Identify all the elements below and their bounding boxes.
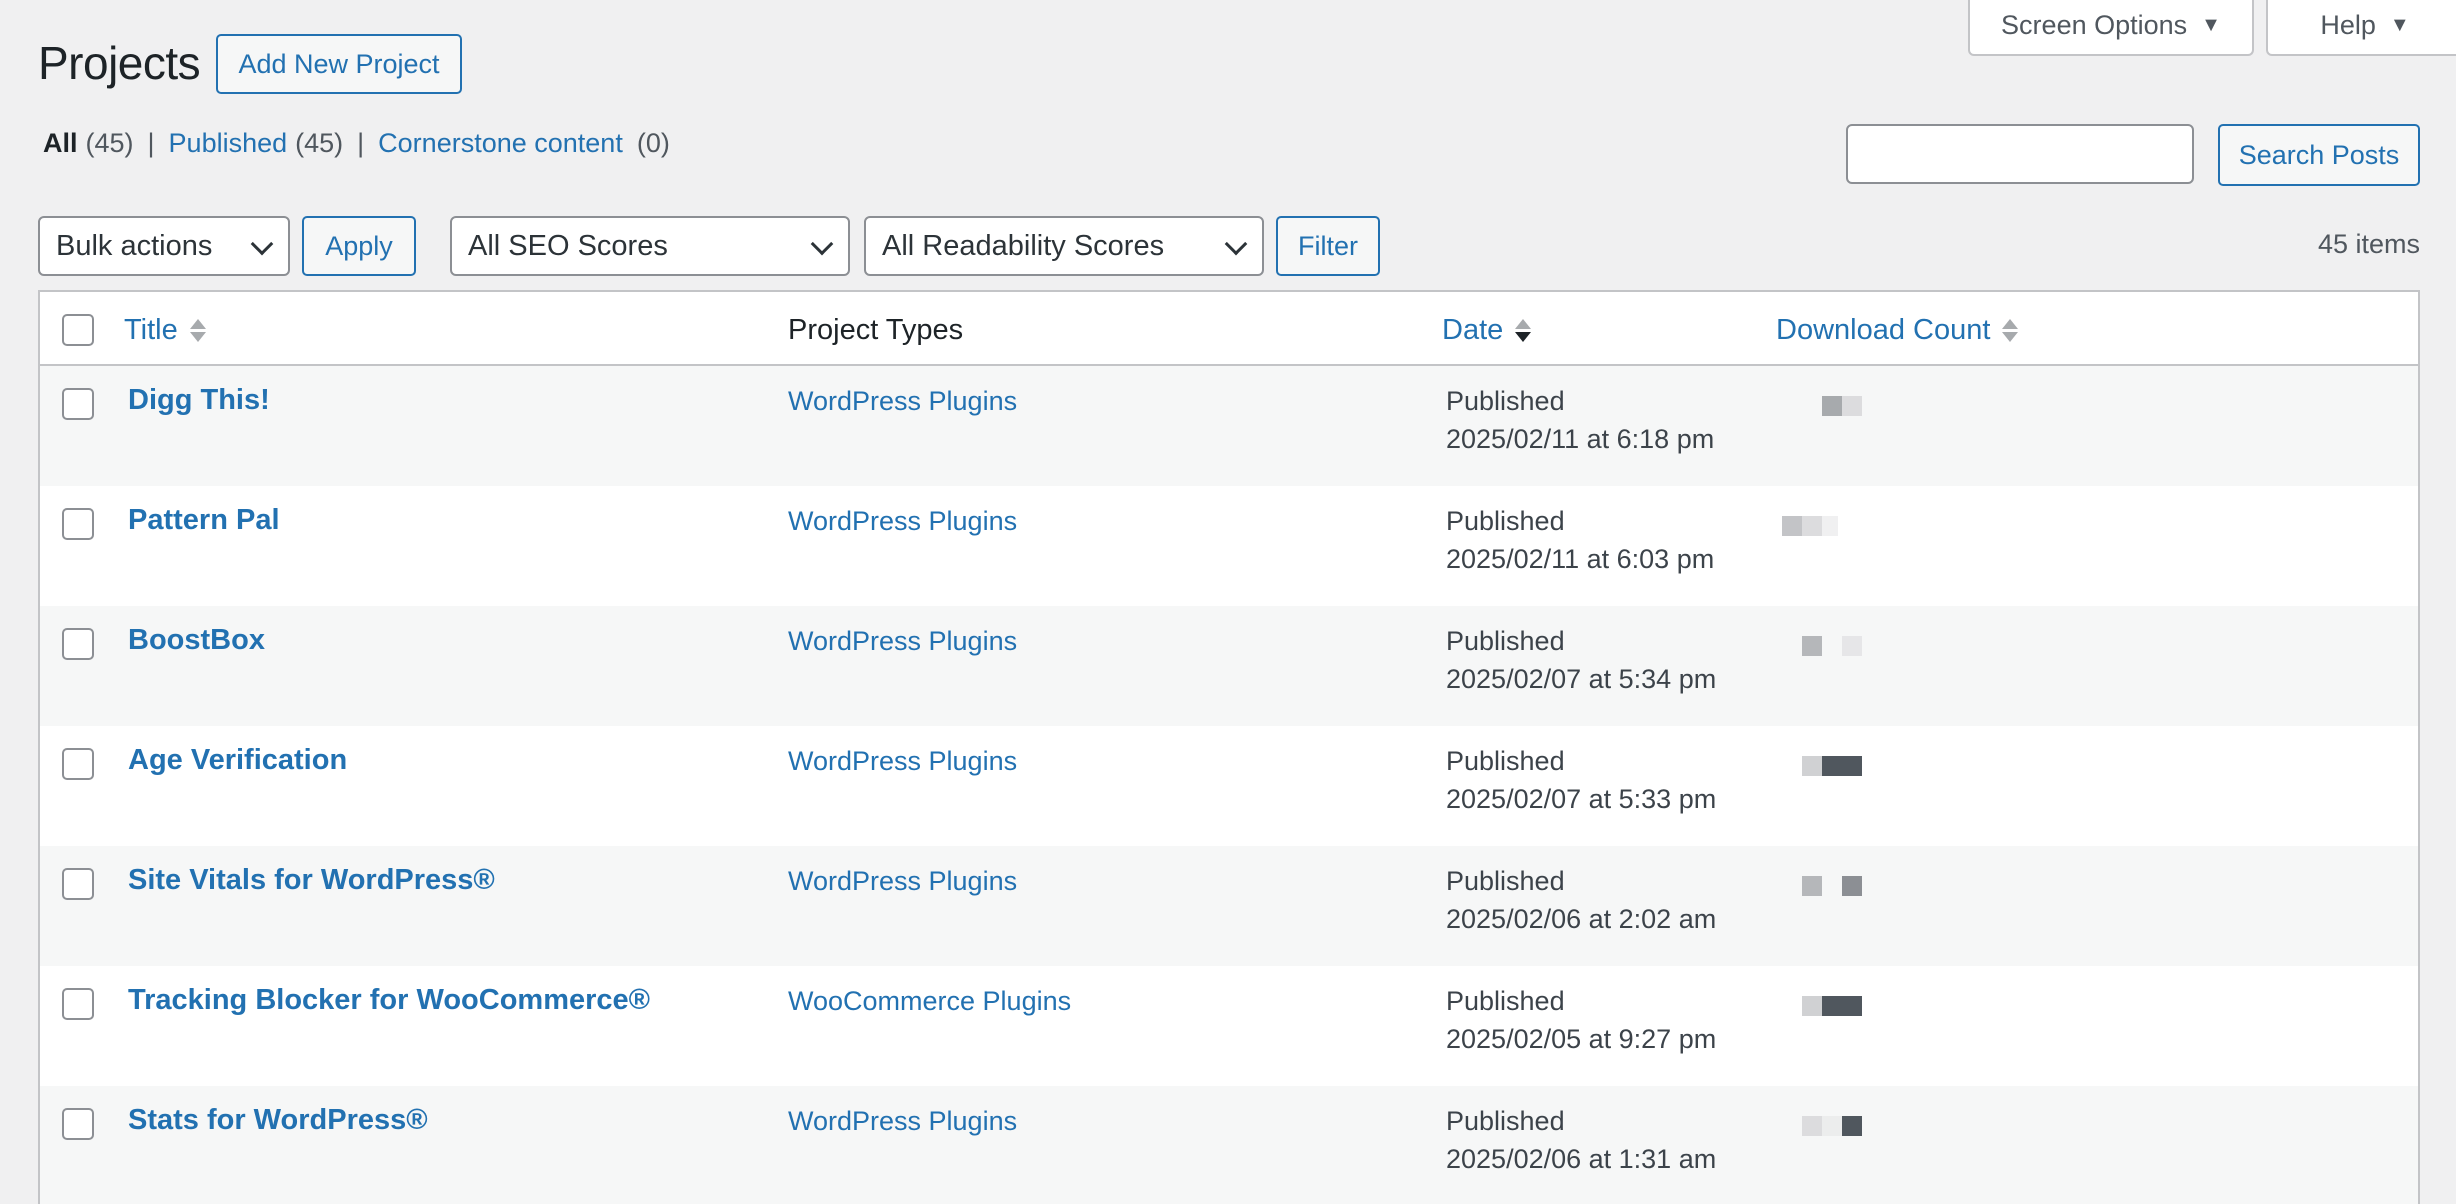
row-type-link[interactable]: WordPress Plugins bbox=[788, 1106, 1017, 1137]
column-types-label: Project Types bbox=[788, 314, 964, 346]
caret-down-icon: ▼ bbox=[2201, 13, 2221, 36]
select-all-checkbox[interactable] bbox=[62, 314, 94, 346]
row-date: 2025/02/05 at 9:27 pm bbox=[1446, 1024, 1717, 1054]
view-filters: All (45) | Published (45) | Cornerstone … bbox=[43, 128, 670, 159]
view-cornerstone-link[interactable]: Cornerstone content bbox=[378, 128, 623, 159]
help-label: Help bbox=[2320, 9, 2376, 40]
column-title-header[interactable]: Title bbox=[124, 314, 206, 347]
row-type-link[interactable]: WordPress Plugins bbox=[788, 866, 1017, 897]
search-posts-button[interactable]: Search Posts bbox=[2218, 124, 2420, 186]
page-title: Projects bbox=[38, 37, 201, 89]
row-status: Published bbox=[1446, 386, 1565, 416]
table-row: Pattern Pal WordPress Plugins Published … bbox=[40, 486, 2418, 606]
row-status: Published bbox=[1446, 1106, 1565, 1136]
download-count-redacted bbox=[1774, 726, 2040, 838]
column-download-label: Download Count bbox=[1776, 314, 1991, 346]
download-count-redacted bbox=[1774, 486, 2040, 598]
table-row: BoostBox WordPress Plugins Published 202… bbox=[40, 606, 2418, 726]
view-cornerstone-count: (0) bbox=[636, 128, 670, 158]
bulk-actions-value: Bulk actions bbox=[56, 229, 213, 262]
filter-button[interactable]: Filter bbox=[1276, 216, 1380, 276]
search-input[interactable] bbox=[1846, 124, 2194, 184]
row-status: Published bbox=[1446, 986, 1565, 1016]
row-checkbox[interactable] bbox=[62, 868, 94, 900]
table-row: Age Verification WordPress Plugins Publi… bbox=[40, 726, 2418, 846]
column-date-label: Date bbox=[1442, 314, 1504, 346]
apply-button[interactable]: Apply bbox=[302, 216, 416, 276]
chevron-down-icon bbox=[250, 232, 274, 256]
row-title-link[interactable]: Stats for WordPress® bbox=[128, 1104, 428, 1137]
row-title-link[interactable]: BoostBox bbox=[128, 624, 265, 657]
row-checkbox[interactable] bbox=[62, 748, 94, 780]
row-checkbox[interactable] bbox=[62, 388, 94, 420]
row-title-link[interactable]: Pattern Pal bbox=[128, 504, 280, 537]
row-title-link[interactable]: Age Verification bbox=[128, 744, 347, 777]
caret-down-icon: ▼ bbox=[2389, 13, 2410, 36]
seo-score-value: All SEO Scores bbox=[468, 229, 668, 262]
row-title-link[interactable]: Digg This! bbox=[128, 384, 270, 417]
download-count-redacted bbox=[1774, 606, 2040, 718]
table-header: Title Project Types Date Download Count bbox=[40, 292, 2418, 366]
row-type-link[interactable]: WordPress Plugins bbox=[788, 746, 1017, 777]
row-checkbox[interactable] bbox=[62, 508, 94, 540]
row-date: 2025/02/11 at 6:18 pm bbox=[1446, 424, 1715, 454]
download-count-redacted bbox=[1774, 966, 2040, 1078]
readability-score-select[interactable]: All Readability Scores bbox=[864, 216, 1264, 276]
help-button[interactable]: Help ▼ bbox=[2266, 0, 2456, 56]
row-type-link[interactable]: WordPress Plugins bbox=[788, 386, 1017, 417]
row-title-link[interactable]: Tracking Blocker for WooCommerce® bbox=[128, 984, 650, 1017]
seo-score-select[interactable]: All SEO Scores bbox=[450, 216, 850, 276]
view-published-link[interactable]: Published bbox=[169, 128, 288, 159]
table-row: Digg This! WordPress Plugins Published 2… bbox=[40, 366, 2418, 486]
row-type-link[interactable]: WordPress Plugins bbox=[788, 506, 1017, 537]
sort-icon bbox=[2002, 319, 2019, 342]
table-row: Tracking Blocker for WooCommerce® WooCom… bbox=[40, 966, 2418, 1086]
download-count-redacted bbox=[1774, 366, 2040, 478]
projects-table: Title Project Types Date Download Count … bbox=[38, 290, 2420, 1204]
table-row: Stats for WordPress® WordPress Plugins P… bbox=[40, 1086, 2418, 1204]
view-separator: | bbox=[357, 128, 365, 158]
download-count-redacted bbox=[1774, 1086, 2040, 1198]
row-status: Published bbox=[1446, 506, 1565, 536]
row-checkbox[interactable] bbox=[62, 988, 94, 1020]
table-row: Site Vitals for WordPress® WordPress Plu… bbox=[40, 846, 2418, 966]
chevron-down-icon bbox=[810, 232, 834, 256]
column-types-header: Project Types bbox=[788, 314, 963, 347]
sort-desc-icon bbox=[1515, 319, 1532, 342]
items-count: 45 items bbox=[2317, 229, 2420, 259]
row-status: Published bbox=[1446, 626, 1565, 656]
row-date: 2025/02/07 at 5:34 pm bbox=[1446, 664, 1717, 694]
row-status: Published bbox=[1446, 746, 1565, 776]
chevron-down-icon bbox=[1224, 232, 1248, 256]
row-date: 2025/02/06 at 2:02 am bbox=[1446, 904, 1717, 934]
screen-options-label: Screen Options bbox=[2001, 9, 2188, 40]
sort-icon bbox=[189, 319, 206, 342]
column-download-header[interactable]: Download Count bbox=[1776, 314, 2019, 347]
readability-score-value: All Readability Scores bbox=[882, 229, 1165, 262]
row-date: 2025/02/06 at 1:31 am bbox=[1446, 1144, 1717, 1174]
column-date-header[interactable]: Date bbox=[1442, 314, 1532, 347]
screen-options-button[interactable]: Screen Options ▼ bbox=[1968, 0, 2254, 56]
row-title-link[interactable]: Site Vitals for WordPress® bbox=[128, 864, 495, 897]
row-date: 2025/02/11 at 6:03 pm bbox=[1446, 544, 1715, 574]
column-title-label: Title bbox=[124, 314, 178, 346]
row-status: Published bbox=[1446, 866, 1565, 896]
row-date: 2025/02/07 at 5:33 pm bbox=[1446, 784, 1717, 814]
row-checkbox[interactable] bbox=[62, 628, 94, 660]
download-count-redacted bbox=[1774, 846, 2040, 958]
bulk-actions-select[interactable]: Bulk actions bbox=[38, 216, 290, 276]
row-type-link[interactable]: WooCommerce Plugins bbox=[788, 986, 1071, 1017]
add-new-project-button[interactable]: Add New Project bbox=[216, 34, 462, 94]
row-checkbox[interactable] bbox=[62, 1108, 94, 1140]
view-all-count: (45) bbox=[85, 128, 134, 158]
view-all-link[interactable]: All bbox=[43, 128, 78, 159]
view-separator: | bbox=[147, 128, 155, 158]
view-published-count: (45) bbox=[295, 128, 344, 158]
row-type-link[interactable]: WordPress Plugins bbox=[788, 626, 1017, 657]
